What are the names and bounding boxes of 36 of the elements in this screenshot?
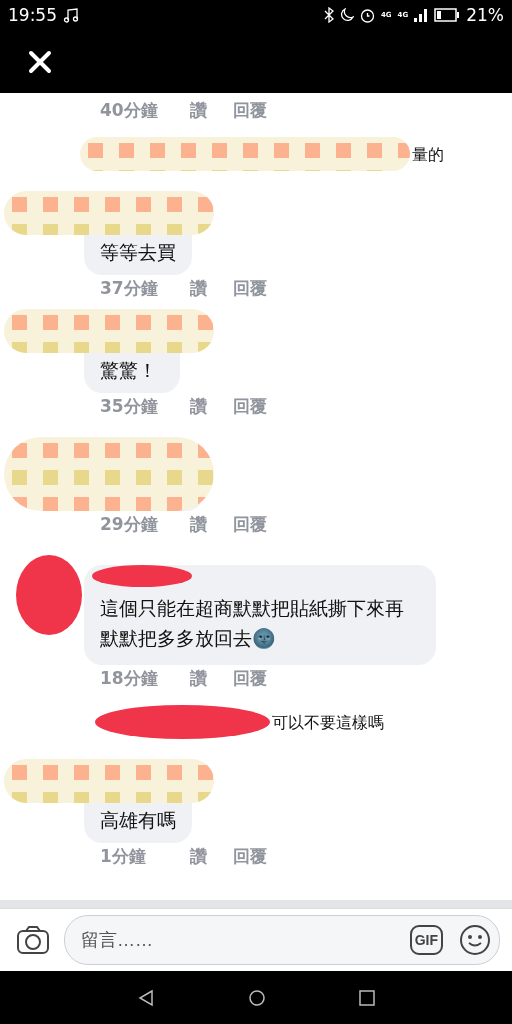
reply-link[interactable]: 回覆	[233, 512, 267, 536]
comment-bubble: 這個只能在超商默默把貼紙撕下來再默默把多多放回去🌚	[84, 565, 436, 665]
bluetooth-icon	[323, 7, 334, 23]
comment-input-field[interactable]: 留言…… GIF	[64, 915, 500, 965]
moon-icon	[339, 8, 354, 22]
reply-link[interactable]: 回覆	[233, 844, 267, 868]
reply-link[interactable]: 回覆	[233, 98, 267, 122]
comment-time: 1分鐘	[100, 844, 147, 868]
like-link[interactable]: 讚	[190, 666, 207, 690]
music-note-icon	[63, 7, 79, 23]
like-link[interactable]: 讚	[190, 512, 207, 536]
like-link[interactable]: 讚	[190, 276, 207, 300]
gif-button[interactable]: GIF	[409, 925, 443, 955]
comment-time: 40分鐘	[100, 98, 159, 122]
like-link[interactable]: 讚	[190, 844, 207, 868]
reply-link[interactable]: 回覆	[233, 276, 267, 300]
back-icon[interactable]	[136, 988, 155, 1007]
reply-link[interactable]: 回覆	[233, 394, 267, 418]
home-icon[interactable]	[248, 988, 266, 1007]
comment-time: 29分鐘	[100, 512, 159, 536]
alarm-icon	[359, 7, 375, 23]
status-time: 19:55	[8, 5, 57, 25]
reply-preview-text: 可以不要這樣嗎	[272, 712, 384, 734]
reply-link[interactable]: 回覆	[233, 666, 267, 690]
signal-icon	[414, 8, 429, 22]
camera-icon[interactable]	[16, 925, 50, 955]
comment-time: 35分鐘	[100, 394, 159, 418]
reply-preview-text: 量的	[412, 144, 444, 166]
comment-time: 37分鐘	[100, 276, 159, 300]
comment-time: 18分鐘	[100, 666, 159, 690]
battery-icon	[434, 8, 461, 22]
battery-percent: 21%	[466, 5, 504, 25]
like-link[interactable]: 讚	[190, 98, 207, 122]
recents-icon[interactable]	[359, 989, 376, 1006]
like-link[interactable]: 讚	[190, 394, 207, 418]
smiley-icon[interactable]	[459, 924, 491, 956]
